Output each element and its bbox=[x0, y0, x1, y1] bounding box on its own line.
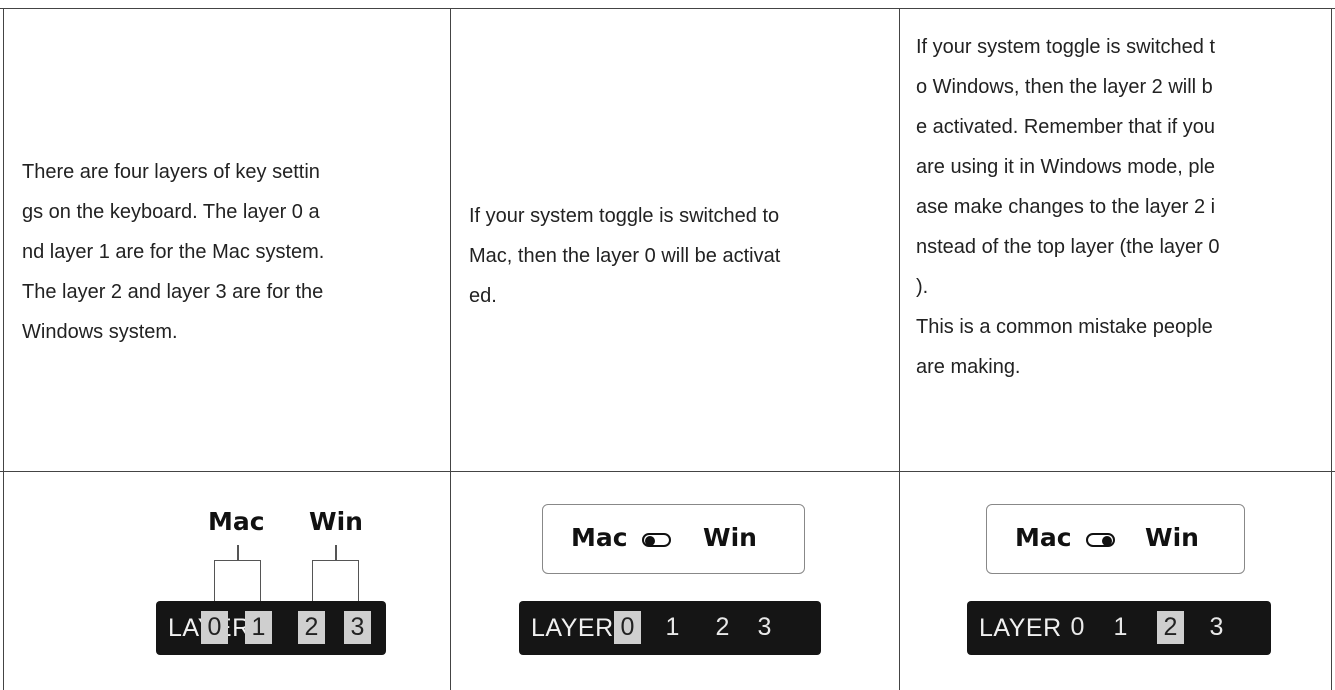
layer-0-box: 0 bbox=[614, 611, 641, 644]
system-toggle-box: Mac Win bbox=[986, 504, 1245, 574]
text-line: If your system toggle is switched t bbox=[916, 36, 1216, 58]
toggle-switch-icon bbox=[1086, 533, 1115, 547]
layer-1-number: 1 bbox=[665, 613, 680, 641]
text-line: ase make changes to the layer 2 i bbox=[916, 196, 1216, 218]
toggle-mac-label: Mac bbox=[571, 523, 628, 552]
cell-layers-overview: There are four layers of key settin gs o… bbox=[22, 152, 324, 352]
text-line: are making. bbox=[916, 356, 1021, 378]
system-toggle-box: Mac Win bbox=[542, 504, 805, 574]
layer-3-box: 3 bbox=[344, 611, 371, 644]
win-stem bbox=[335, 545, 337, 561]
text-line: ed. bbox=[469, 285, 497, 307]
table-top-border bbox=[0, 8, 1335, 9]
layer-0-box: 0 bbox=[201, 611, 228, 644]
layer-0-number: 0 bbox=[1070, 613, 1085, 641]
layer-2-number: 2 bbox=[715, 613, 730, 641]
win-toggle-diagram: Mac Win LAYER 0 1 2 3 bbox=[900, 471, 1331, 690]
toggle-win-label: Win bbox=[1145, 523, 1199, 552]
toggle-switch-icon bbox=[642, 533, 671, 547]
mac-toggle-diagram: Mac Win LAYER 0 1 2 3 bbox=[451, 471, 899, 690]
layer-3-number: 3 bbox=[1209, 613, 1224, 641]
text-line: Mac, then the layer 0 will be activat bbox=[469, 245, 781, 267]
text-line: nstead of the top layer (the layer 0 bbox=[916, 236, 1220, 258]
text-line: e activated. Remember that if you bbox=[916, 116, 1216, 138]
text-line: nd layer 1 are for the Mac system. bbox=[22, 241, 325, 263]
text-line: If your system toggle is switched to bbox=[469, 205, 780, 227]
text-line: o Windows, then the layer 2 will b bbox=[916, 76, 1213, 98]
layer-word: LAYER bbox=[979, 614, 1062, 642]
text-line: Windows system. bbox=[22, 321, 178, 343]
layer-3-number: 3 bbox=[757, 613, 772, 641]
layer-1-box: 1 bbox=[245, 611, 272, 644]
text-line: gs on the keyboard. The layer 0 a bbox=[22, 201, 320, 223]
layer-explanation-table: There are four layers of key settin gs o… bbox=[0, 0, 1335, 690]
text-line: The layer 2 and layer 3 are for the bbox=[22, 281, 324, 303]
mac-stem bbox=[237, 545, 239, 561]
cell-windows-toggle: If your system toggle is switched t o Wi… bbox=[916, 27, 1220, 387]
text-line: ). bbox=[916, 276, 929, 298]
layer-2-box: 2 bbox=[1157, 611, 1184, 644]
layer-word: LAYER bbox=[531, 614, 614, 642]
layer-1-number: 1 bbox=[1113, 613, 1128, 641]
cell-mac-toggle: If your system toggle is switched to Mac… bbox=[469, 196, 780, 316]
layer-mapping-diagram: Mac Win LAYER 0 1 2 3 bbox=[0, 471, 450, 690]
text-line: This is a common mistake people bbox=[916, 316, 1213, 338]
layer-indicator-bar: LAYER 0 1 2 3 bbox=[519, 601, 821, 655]
win-label: Win bbox=[309, 507, 363, 536]
text-line: are using it in Windows mode, ple bbox=[916, 156, 1216, 178]
toggle-win-label: Win bbox=[703, 523, 757, 552]
layer-2-box: 2 bbox=[298, 611, 325, 644]
layer-indicator-bar: LAYER 0 1 2 3 bbox=[156, 601, 386, 655]
layer-indicator-bar: LAYER 0 1 2 3 bbox=[967, 601, 1271, 655]
table-right-border bbox=[1331, 8, 1332, 690]
mac-label: Mac bbox=[208, 507, 265, 536]
toggle-mac-label: Mac bbox=[1015, 523, 1072, 552]
text-line: There are four layers of key settin bbox=[22, 161, 320, 183]
